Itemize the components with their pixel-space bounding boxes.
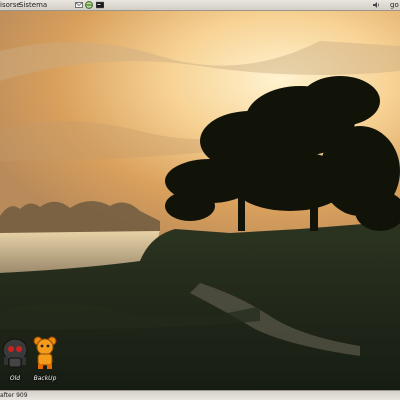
globe-icon[interactable] <box>85 1 93 9</box>
bear-icon <box>30 336 60 374</box>
menu-system[interactable]: Sistema <box>19 0 47 10</box>
mail-icon[interactable] <box>75 1 83 9</box>
desktop-icon-label: Old <box>9 375 21 382</box>
robot-icon <box>0 338 30 374</box>
taskbar-window-button[interactable]: after 909 <box>0 391 28 400</box>
desktop-wallpaper <box>0 11 400 391</box>
menu-resources[interactable]: isorse <box>0 0 21 10</box>
terminal-icon[interactable] <box>95 1 105 9</box>
user-label[interactable]: go <box>390 0 399 10</box>
volume-icon[interactable] <box>372 1 380 9</box>
desktop-icon-old[interactable]: Old <box>0 336 30 382</box>
desktop-icon-label: BackUp <box>33 375 57 382</box>
desktop-icon-backup[interactable]: BackUp <box>30 336 60 382</box>
top-panel: isorse Sistema go <box>0 0 400 11</box>
bottom-panel: after 909 <box>0 390 400 400</box>
